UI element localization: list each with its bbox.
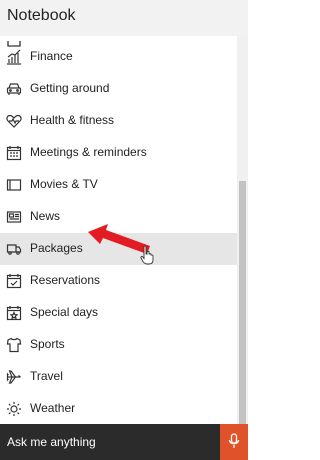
notebook-item-travel[interactable]: Travel [0, 361, 237, 393]
scrollbar[interactable] [237, 36, 248, 424]
notebook-item-news[interactable]: News [0, 201, 237, 233]
microphone-icon [228, 433, 240, 448]
notebook-item-packages[interactable]: Packages [0, 233, 237, 265]
notebook-item-label: Reservations [30, 273, 101, 287]
notebook-item-weather[interactable]: Weather [0, 393, 237, 424]
newspaper-icon [6, 209, 22, 225]
notebook-item-label: Weather [30, 401, 76, 415]
page-title: Notebook [7, 7, 76, 24]
notebook-header: Notebook [0, 0, 248, 36]
notebook-item-label: Special days [30, 305, 99, 319]
notebook-item-sports[interactable]: Sports [0, 329, 237, 361]
microphone-button[interactable] [220, 424, 248, 460]
notebook-item-reservations[interactable]: Reservations [0, 265, 237, 297]
notebook-item-special-days[interactable]: Special days [0, 297, 237, 329]
sun-icon [6, 401, 22, 417]
notebook-item-label: Movies & TV [30, 177, 98, 191]
heart-pulse-icon [6, 113, 22, 129]
notebook-item-meetings-reminders[interactable]: Meetings & reminders [0, 137, 237, 169]
truck-icon [6, 241, 22, 257]
notebook-item-label: Travel [30, 369, 63, 383]
tv-icon [6, 177, 22, 193]
notebook-item-movies-tv[interactable]: Movies & TV [0, 169, 237, 201]
airplane-icon [6, 369, 22, 385]
car-icon [6, 81, 22, 97]
search-input[interactable]: Ask me anything [7, 435, 96, 449]
notebook-item-label: Packages [30, 241, 83, 255]
notebook-item-getting-around[interactable]: Getting around [0, 73, 237, 105]
notebook-item-label: Sports [30, 337, 65, 351]
notebook-item-health-fitness[interactable]: Health & fitness [0, 105, 237, 137]
search-bar[interactable]: Ask me anything [0, 424, 248, 460]
reservation-icon [6, 273, 22, 289]
notebook-item-finance[interactable]: Finance [0, 41, 237, 73]
notebook-list: Finance Getting around Health & fitness … [0, 36, 237, 424]
notebook-item-label: News [30, 209, 61, 223]
hand-cursor-icon [140, 245, 154, 265]
jersey-icon [6, 337, 22, 353]
calendar-icon [6, 145, 22, 161]
notebook-item-label: Health & fitness [30, 113, 115, 127]
chart-icon [6, 49, 22, 65]
notebook-item-label: Meetings & reminders [30, 145, 147, 159]
notebook-item-label: Finance [30, 49, 73, 63]
special-days-icon [6, 305, 22, 321]
notebook-item-label: Getting around [30, 81, 110, 95]
scrollbar-thumb[interactable] [239, 181, 246, 424]
